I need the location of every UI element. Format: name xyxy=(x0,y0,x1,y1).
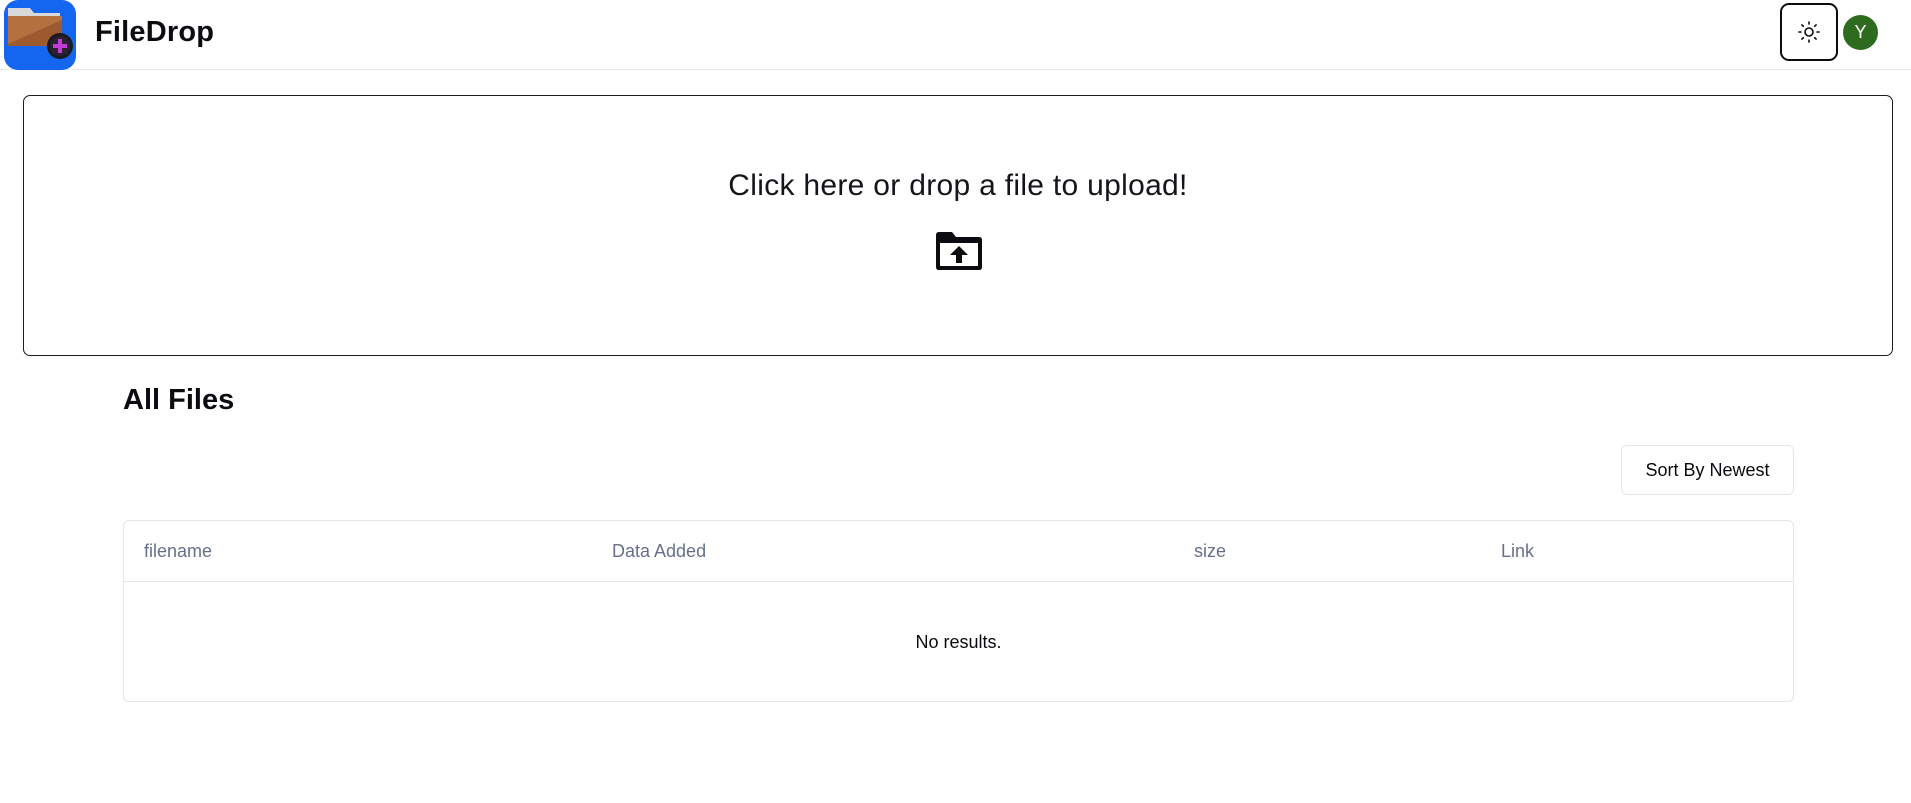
app-title: FileDrop xyxy=(95,16,215,48)
folder-plus-icon[interactable] xyxy=(4,0,76,70)
section-title: All Files xyxy=(123,384,235,416)
folder-upload-icon xyxy=(936,232,982,270)
column-header-size[interactable]: size xyxy=(1194,521,1226,582)
upload-prompt: Click here or drop a file to upload! xyxy=(728,169,1188,202)
empty-state-message: No results. xyxy=(915,632,1002,652)
sun-icon xyxy=(1798,21,1820,43)
theme-toggle-button[interactable] xyxy=(1780,3,1838,61)
upload-dropzone[interactable]: Click here or drop a file to upload! xyxy=(23,95,1893,356)
files-table: filename Data Added size Link No results… xyxy=(123,520,1794,702)
user-avatar[interactable]: Y xyxy=(1843,15,1878,50)
table-header: filename Data Added size Link xyxy=(124,521,1793,582)
column-header-date-added[interactable]: Data Added xyxy=(612,521,706,582)
column-header-filename[interactable]: filename xyxy=(144,521,212,582)
app-header: FileDrop Y xyxy=(0,0,1911,70)
sort-button[interactable]: Sort By Newest xyxy=(1621,445,1794,495)
column-header-link[interactable]: Link xyxy=(1501,521,1534,582)
